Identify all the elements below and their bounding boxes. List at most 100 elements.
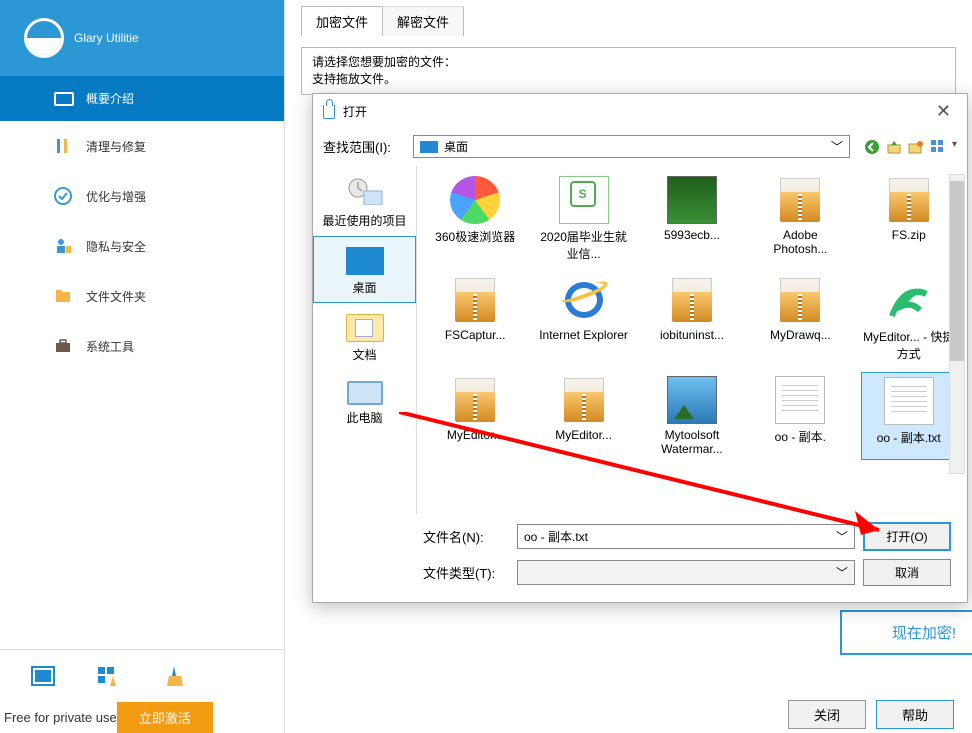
back-icon[interactable] [864,139,880,155]
desktop-mini-icon [420,141,438,153]
nav-files[interactable]: 文件文件夹 [0,271,284,321]
check-icon [54,187,72,205]
file-item[interactable]: oo - 副本.txt [861,372,957,460]
logo-text: Glary Utilitie [74,31,139,45]
file-item[interactable]: S2020届毕业生就业信... [536,172,632,266]
nav-tools[interactable]: 系统工具 [0,321,284,371]
lock-icon [323,105,335,119]
app-logo: Glary Utilitie [0,0,284,76]
wrench-icon [54,137,72,155]
nav-tools-label: 系统工具 [86,338,134,355]
lookup-combo[interactable]: 桌面 ﹀ [413,135,850,158]
tab-encrypt[interactable]: 加密文件 [301,6,383,36]
file-item[interactable]: Internet Explorer [536,272,632,366]
nav-privacy[interactable]: 隐私与安全 [0,221,284,271]
filetype-select[interactable]: ﹀ [517,560,855,585]
dialog-title: 打开 [343,103,367,120]
place-recent[interactable]: 最近使用的项目 [313,166,416,236]
filename-input[interactable]: oo - 副本.txt ﹀ [517,524,855,549]
view-icon[interactable] [930,139,946,155]
pc-icon [347,381,383,405]
file-item[interactable]: MyEditor... [536,372,632,460]
file-item[interactable]: 360极速浏览器 [427,172,523,266]
file-name: 2020届毕业生就业信... [538,228,630,262]
scrollbar-thumb[interactable] [950,181,964,361]
chevron-down-icon: ﹀ [836,528,848,545]
instruction-box: 请选择您想要加密的文件： 支持拖放文件。 [301,47,956,95]
filename-label: 文件名(N): [423,527,509,546]
activate-button[interactable]: 立即激活 [117,702,213,733]
bottom-toolbar [0,649,284,702]
up-icon[interactable] [886,139,902,155]
help-button[interactable]: 帮助 [876,700,954,729]
nav-files-label: 文件文件夹 [86,288,146,305]
license-text: Free for private use [0,704,117,731]
filetype-label: 文件类型(T): [423,563,509,582]
nav-overview-label: 概要介绍 [86,90,134,107]
file-item[interactable]: iobituninst... [644,272,740,366]
instruction-line1: 请选择您想要加密的文件： [312,54,945,71]
recent-icon [346,177,384,205]
folder-icon [54,287,72,305]
place-desktop-label: 桌面 [318,279,411,296]
nav-optimize[interactable]: 优化与增强 [0,171,284,221]
logo-icon [24,18,64,58]
file-name: FSCaptur... [445,328,506,342]
instruction-line2: 支持拖放文件。 [312,71,945,88]
nav-optimize-label: 优化与增强 [86,188,146,205]
file-item[interactable]: FSCaptur... [427,272,523,366]
file-item[interactable]: oo - 副本. [752,372,848,460]
place-pc[interactable]: 此电脑 [313,370,416,433]
place-pc-label: 此电脑 [318,409,411,426]
filename-value: oo - 副本.txt [524,528,588,545]
file-name: Adobe Photosh... [754,228,846,256]
nav-privacy-label: 隐私与安全 [86,238,146,255]
close-icon[interactable]: ✕ [930,101,957,122]
file-name: 5993ecb... [664,228,720,242]
file-open-dialog: 打开 ✕ 查找范围(I): 桌面 ﹀ ▾ 最近使用的项目 桌面 [312,93,968,603]
place-docs-label: 文档 [318,346,411,363]
close-button[interactable]: 关闭 [788,700,866,729]
documents-icon [346,314,384,342]
encrypt-now-button[interactable]: 现在加密! [840,610,972,655]
nav-overview[interactable]: 概要介绍 [0,76,284,121]
chevron-down-icon: ﹀ [831,138,843,155]
lock-person-icon [54,237,72,255]
window-icon[interactable] [30,664,56,688]
new-folder-icon[interactable] [908,139,924,155]
file-name: FS.zip [892,228,926,242]
file-item[interactable]: MyDrawq... [752,272,848,366]
lookup-label: 查找范围(I): [323,137,407,156]
open-button[interactable]: 打开(O) [863,522,951,551]
file-name: MyEditor... - 快捷方式 [863,328,955,362]
file-name: oo - 副本.txt [877,429,941,446]
lookup-value: 桌面 [444,138,468,155]
file-name: Mytoolsoft Watermar... [646,428,738,456]
file-item[interactable]: Mytoolsoft Watermar... [644,372,740,460]
nav-clean-label: 清理与修复 [86,138,146,155]
file-item[interactable]: FS.zip [861,172,957,266]
file-item[interactable]: MyEditor... [427,372,523,460]
cancel-button[interactable]: 取消 [863,559,951,586]
file-item[interactable]: MyEditor... - 快捷方式 [861,272,957,366]
place-recent-label: 最近使用的项目 [318,212,411,229]
place-desktop[interactable]: 桌面 [313,236,416,303]
scrollbar[interactable] [949,174,965,474]
tab-decrypt[interactable]: 解密文件 [382,6,464,36]
file-name: Internet Explorer [539,328,628,342]
monitor-icon [54,92,74,106]
nav-clean[interactable]: 清理与修复 [0,121,284,171]
broom-grid-icon[interactable] [96,664,122,688]
file-name: MyEditor... [555,428,612,442]
file-item[interactable]: 5993ecb... [644,172,740,266]
file-name: MyEditor... [447,428,504,442]
broom-icon[interactable] [162,664,188,688]
file-name: oo - 副本. [775,428,826,445]
file-item[interactable]: Adobe Photosh... [752,172,848,266]
toolbox-icon [54,337,72,355]
view-dropdown-icon[interactable]: ▾ [952,139,957,155]
file-name: 360极速浏览器 [435,228,515,245]
place-docs[interactable]: 文档 [313,303,416,370]
chevron-down-icon: ﹀ [836,564,848,581]
file-name: MyDrawq... [770,328,831,342]
